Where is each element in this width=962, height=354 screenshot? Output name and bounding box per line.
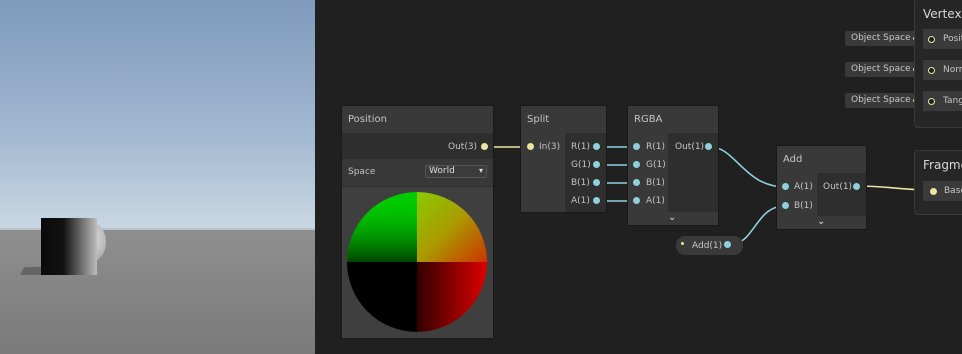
add-out-label: Out(1) [823, 182, 853, 192]
vertex-row-normal[interactable]: Norm [923, 60, 962, 80]
object-space-tangent[interactable]: Object Space [845, 93, 923, 108]
fragment-base-port[interactable] [930, 188, 937, 195]
add-out-port[interactable] [853, 183, 860, 190]
object-space-position[interactable]: Object Space [845, 31, 923, 46]
split-out-b-port[interactable] [593, 179, 600, 186]
vertex-tangent-port[interactable] [928, 98, 935, 105]
position-out-port[interactable] [481, 143, 488, 150]
add-in-a-label: A(1) [794, 182, 813, 192]
rgba-in-r-label: R(1) [646, 142, 666, 152]
split-out-a-port[interactable] [593, 197, 600, 204]
split-out-g-port[interactable] [593, 161, 600, 168]
position-node-title[interactable]: Position [342, 106, 493, 133]
add-in-b-label: B(1) [794, 201, 813, 211]
chevron-down-icon: ⌄ [817, 216, 826, 227]
split-out-a-label: A(1) [571, 196, 590, 206]
vertex-row-tangent[interactable]: Tang [923, 91, 962, 111]
split-out-b-label: B(1) [571, 178, 590, 188]
rgba-node-title[interactable]: RGBA [628, 106, 718, 133]
rgba-node[interactable]: RGBA R(1) G(1) B(1) A(1) Out(1) ⌄ [628, 106, 718, 225]
rgba-in-a-label: A(1) [646, 196, 665, 206]
add-collapse-bar[interactable]: ⌄ [777, 216, 866, 229]
chevron-down-icon: ⌄ [668, 212, 677, 223]
rgba-in-a-port[interactable] [633, 197, 640, 204]
rgba-out-port[interactable] [705, 143, 712, 150]
object-space-label: Object Space [851, 33, 911, 43]
preview-cube [41, 218, 97, 275]
add-property-pill[interactable]: Add(1) [676, 236, 743, 255]
split-out-g-label: G(1) [571, 160, 591, 170]
split-in-port[interactable] [527, 143, 534, 150]
position-preview [342, 187, 493, 338]
property-dot-icon [681, 242, 684, 245]
rgba-in-b-port[interactable] [633, 179, 640, 186]
vertex-block-title: Vertex [923, 7, 962, 21]
add-node[interactable]: Add A(1) B(1) Out(1) ⌄ [777, 146, 866, 229]
fragment-block-title: Fragme [923, 158, 962, 172]
object-space-label: Object Space [851, 95, 911, 105]
rgba-in-g-port[interactable] [633, 161, 640, 168]
vertex-block[interactable]: Vertex Positi Norm Tang [914, 0, 962, 128]
split-out-r-port[interactable] [593, 143, 600, 150]
add-in-a-port[interactable] [782, 183, 789, 190]
rgba-out-label: Out(1) [675, 142, 705, 152]
split-in-label: In(3) [539, 142, 561, 152]
position-node[interactable]: Position Out(3) Space World ▾ [342, 106, 493, 338]
split-out-r-label: R(1) [571, 142, 591, 152]
add-property-label: Add(1) [692, 241, 723, 251]
space-dropdown-value: World [429, 166, 455, 176]
add-in-b-port[interactable] [782, 202, 789, 209]
vertex-normal-port[interactable] [928, 67, 935, 74]
chevron-down-icon: ▾ [478, 166, 483, 175]
vertex-row-position[interactable]: Positi [923, 29, 962, 49]
space-label: Space [348, 167, 376, 177]
fragment-row-base[interactable]: Base [923, 181, 962, 201]
object-space-label: Object Space [851, 64, 911, 74]
vertex-row-label: Norm [943, 65, 962, 75]
object-space-normal[interactable]: Object Space [845, 62, 923, 77]
shader-graph-canvas[interactable]: Position Out(3) Space World ▾ Split In(3… [315, 0, 962, 354]
fragment-row-label: Base [944, 186, 962, 196]
fragment-block[interactable]: Fragme Base [914, 150, 962, 215]
vertex-row-label: Positi [943, 34, 962, 44]
sky [0, 0, 315, 229]
rgba-in-b-label: B(1) [646, 178, 665, 188]
add-property-port[interactable] [724, 241, 731, 248]
split-node[interactable]: Split In(3) R(1) G(1) B(1) A(1) [521, 106, 606, 212]
space-dropdown[interactable]: World ▾ [425, 165, 487, 178]
add-node-title[interactable]: Add [777, 146, 866, 173]
rgba-in-r-port[interactable] [633, 143, 640, 150]
preview-disc [347, 192, 487, 332]
vertex-row-label: Tang [943, 96, 962, 106]
rgba-in-g-label: G(1) [646, 160, 666, 170]
scene-preview[interactable] [0, 0, 315, 354]
rgba-collapse-bar[interactable]: ⌄ [628, 212, 718, 225]
position-out-label: Out(3) [448, 142, 478, 152]
vertex-position-port[interactable] [928, 36, 935, 43]
split-node-title[interactable]: Split [521, 106, 606, 133]
